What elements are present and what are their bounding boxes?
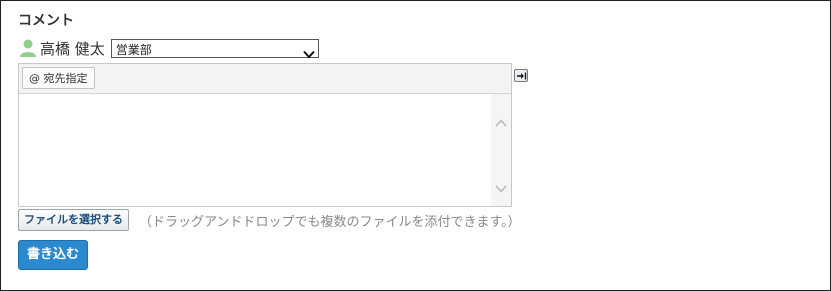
select-file-button[interactable]: ファイルを選択する [18,209,129,231]
editor-scrollbar[interactable] [491,94,511,206]
department-select-value: 営業部 [115,42,152,57]
editor-body [19,94,511,206]
attachment-hint: （ドラッグアンドドロップでも複数のファイルを添付できます。） [139,214,521,230]
author-row: 高橋 健太 営業部 [18,37,319,59]
comment-panel: コメント 高橋 健太 営業部 @ 宛先指定 ファイルを選択する （ドラッグアンド… [0,0,831,291]
comment-section-title: コメント [18,13,74,29]
submit-button[interactable]: 書き込む [18,240,88,270]
attachment-row: ファイルを選択する （ドラッグアンドドロップでも複数のファイルを添付できます。） [18,209,521,231]
expand-arrow-icon [517,72,527,80]
expand-editor-button[interactable] [514,69,528,82]
comment-textarea[interactable] [19,94,491,206]
comment-editor: @ 宛先指定 [18,63,512,207]
chevron-down-icon [303,44,315,63]
author-name: 高橋 健太 [40,39,105,58]
mention-button[interactable]: @ 宛先指定 [22,67,95,89]
scroll-down-icon[interactable] [495,178,507,197]
user-icon [18,38,38,58]
editor-toolbar: @ 宛先指定 [19,64,511,94]
scroll-up-icon[interactable] [495,112,507,131]
department-select[interactable]: 営業部 [110,38,319,58]
